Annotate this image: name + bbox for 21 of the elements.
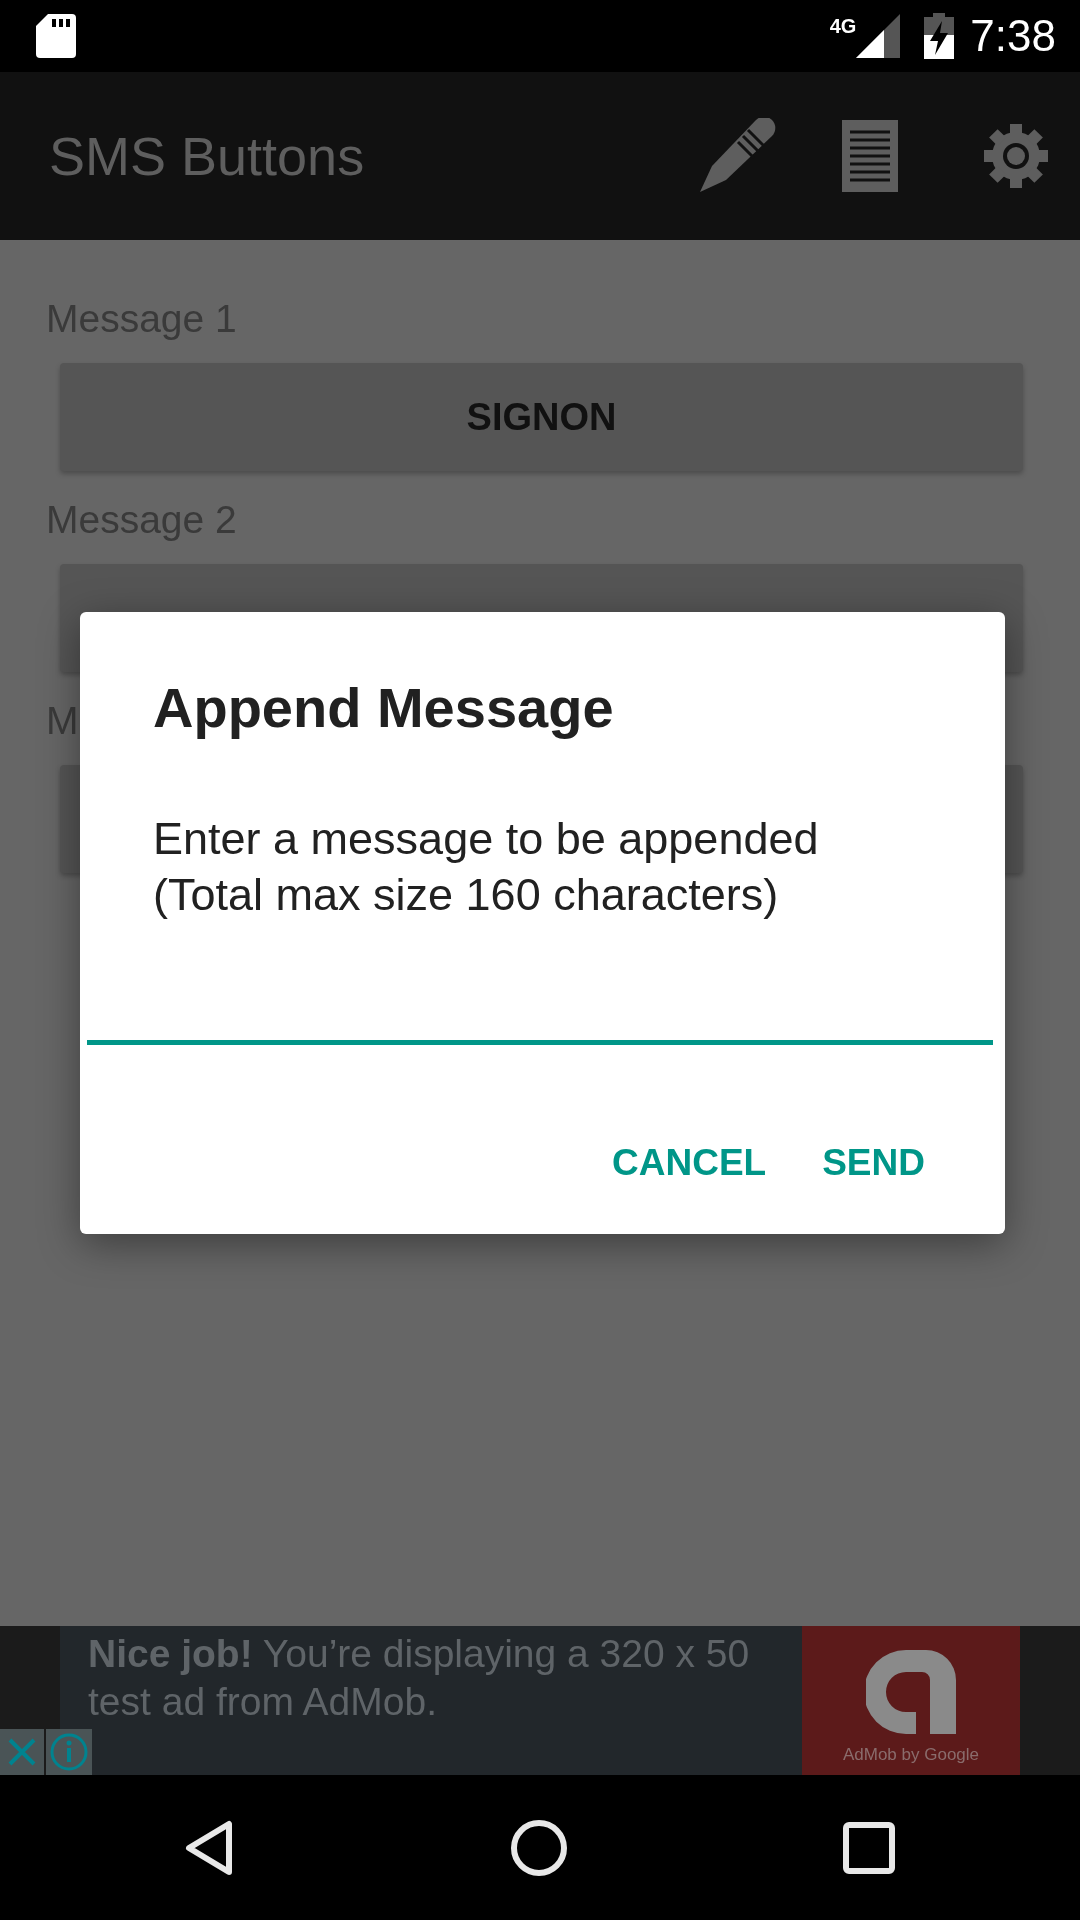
signal-icon [856, 14, 901, 58]
ad-brand-text: AdMob by Google [842, 1743, 980, 1766]
message-button[interactable]: SIGNON [60, 363, 1023, 471]
pencil-icon[interactable] [698, 118, 776, 194]
dialog-button[interactable]: CANCEL [596, 1125, 783, 1201]
recents-icon[interactable] [842, 1821, 895, 1874]
admob-logo-icon [866, 1649, 956, 1734]
info-icon[interactable] [46, 1729, 92, 1775]
list-icon[interactable] [842, 120, 898, 192]
dialog-title: Append Message [153, 675, 614, 741]
settings-icon[interactable] [984, 124, 1048, 188]
app-title: SMS Buttons [49, 124, 366, 188]
home-icon[interactable] [510, 1818, 568, 1877]
network-label: 4G [829, 16, 857, 36]
status-time: 7:38 [970, 10, 1056, 62]
dialog-message: Enter a message to be appended (Total max size 160 characters) [153, 812, 819, 923]
battery-charging-icon [924, 13, 955, 59]
dialog-button[interactable]: SEND [806, 1125, 941, 1201]
close-icon[interactable] [0, 1729, 44, 1775]
ad-text: Nice job! You’re displaying a 320 x 50 test ad from AdMob. [87, 1631, 751, 1725]
sd-card-icon [36, 14, 76, 58]
